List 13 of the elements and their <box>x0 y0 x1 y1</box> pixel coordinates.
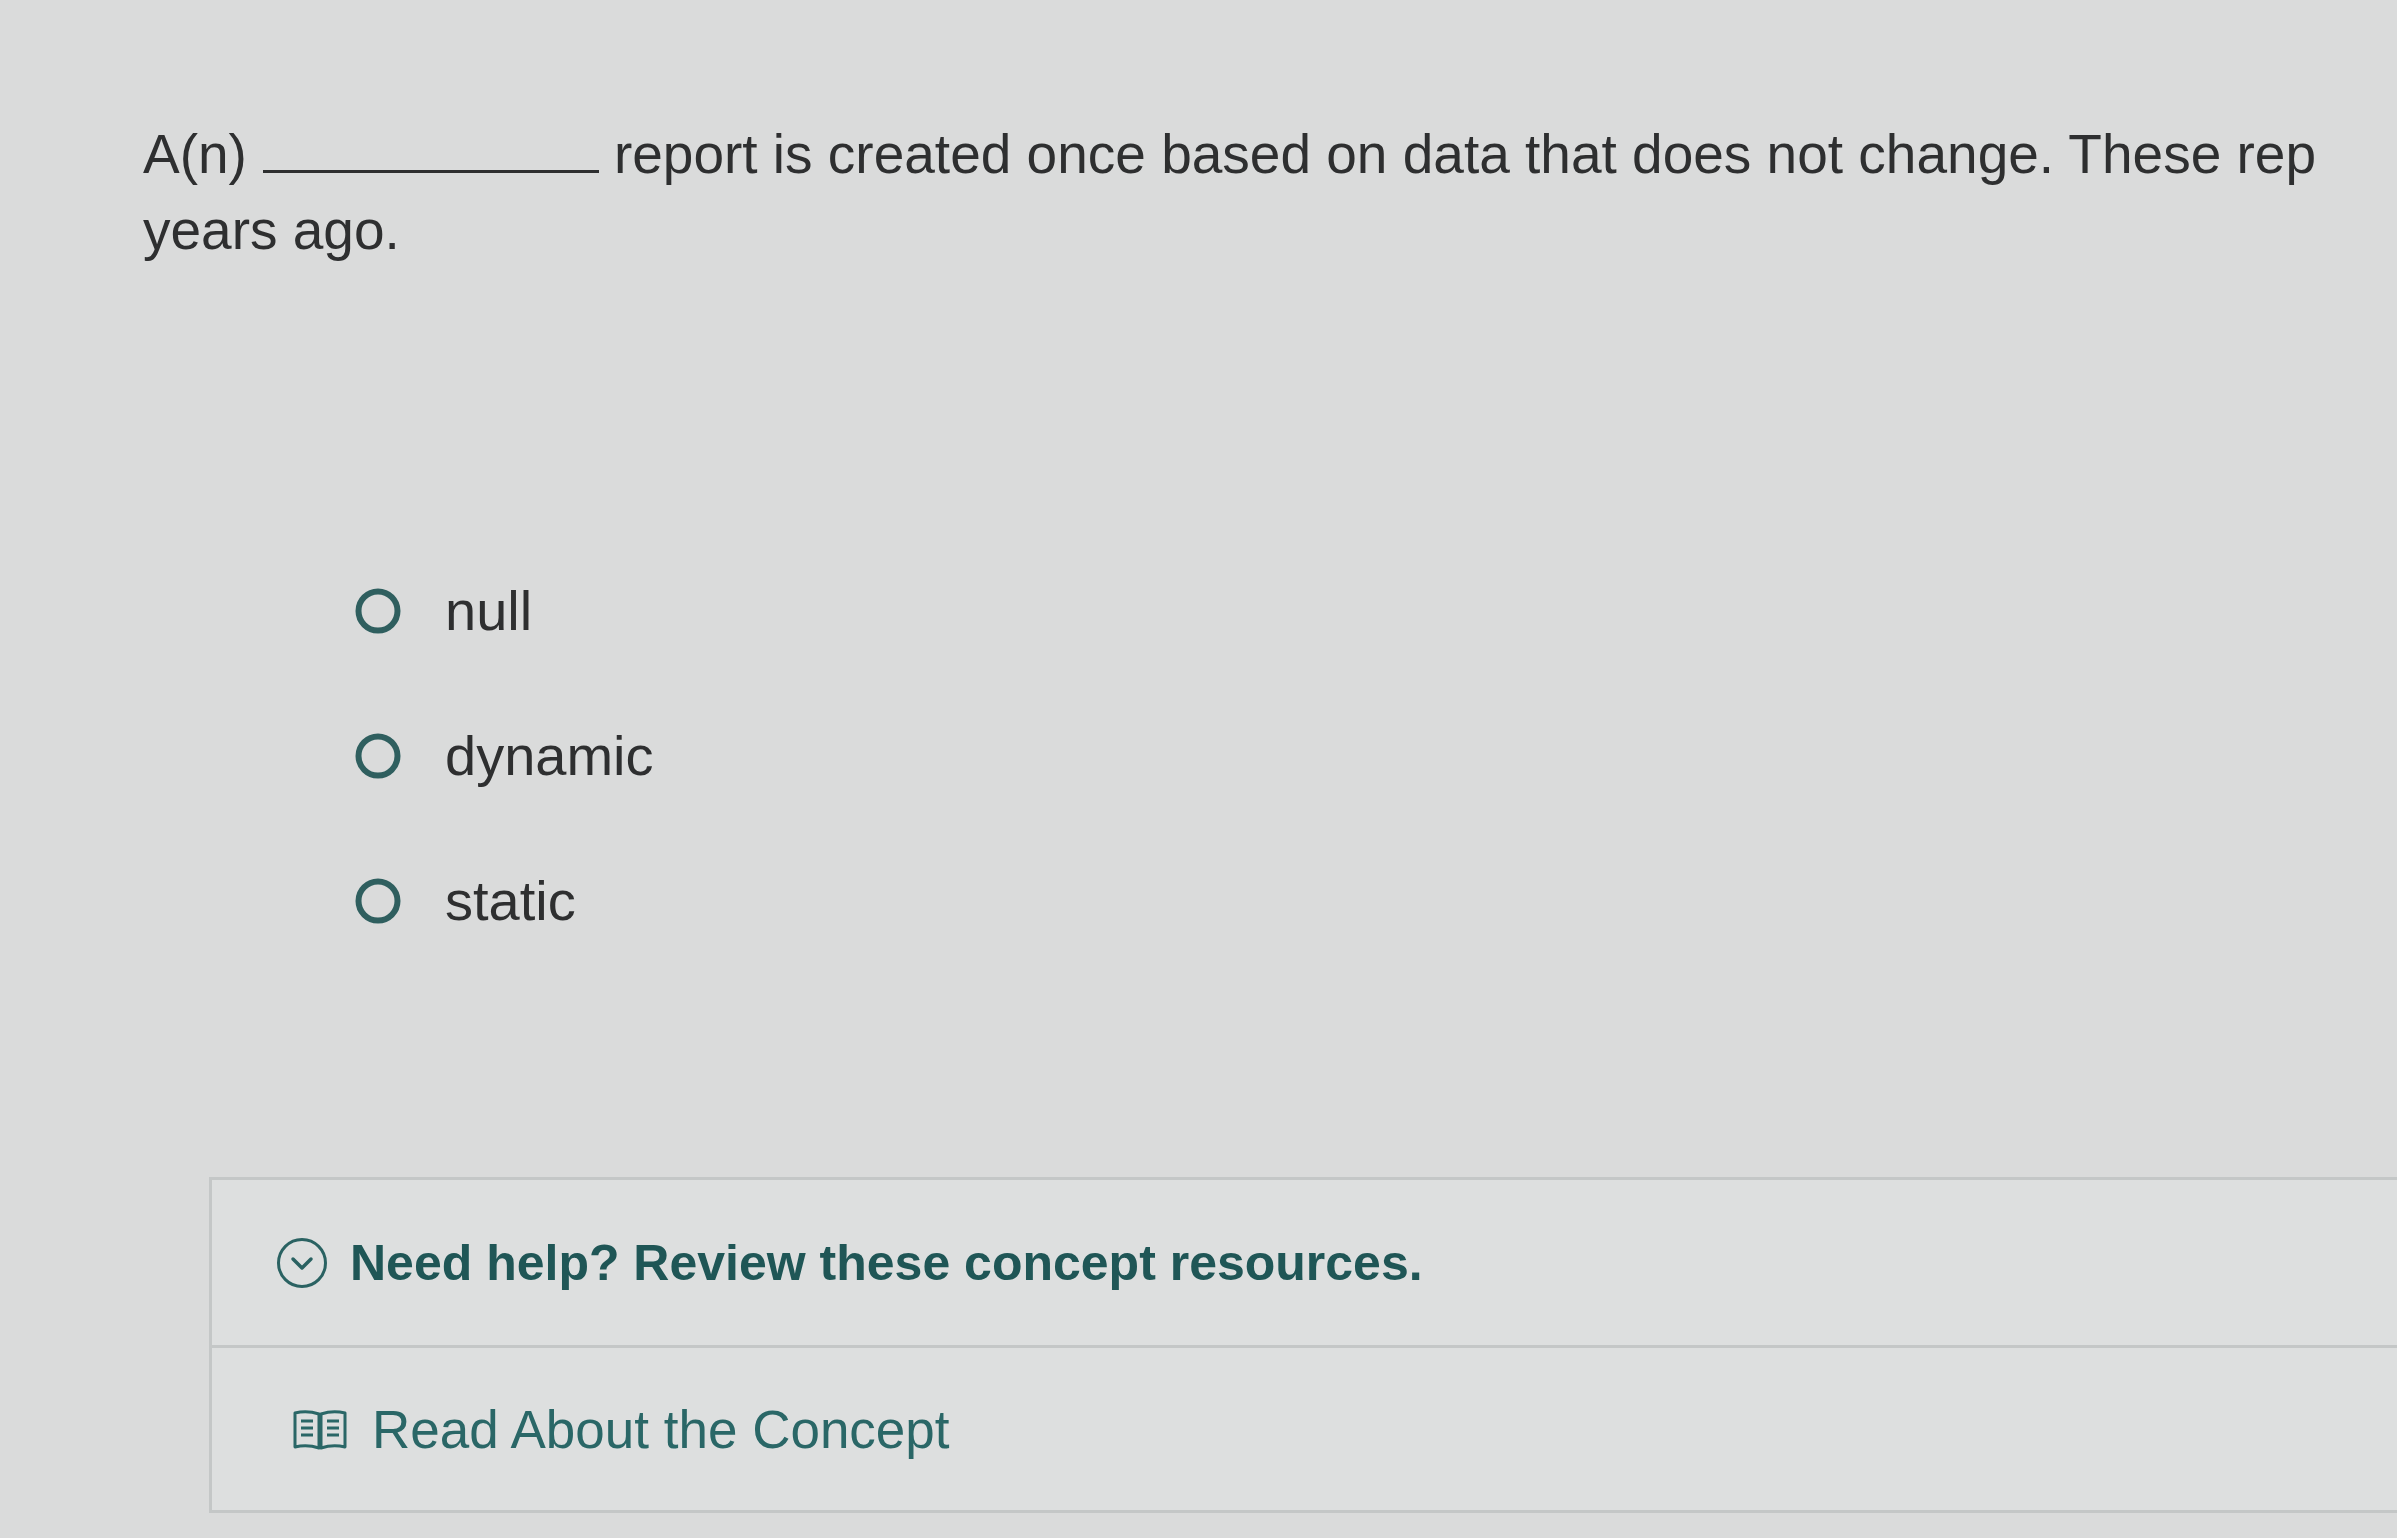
read-concept-link[interactable]: Read About the Concept <box>292 1398 950 1460</box>
question-text: years ago. <box>143 199 400 261</box>
chevron-circle-icon <box>276 1236 328 1289</box>
radio-icon[interactable] <box>355 878 401 924</box>
radio-option[interactable]: static <box>355 871 576 931</box>
radio-icon[interactable] <box>355 733 401 779</box>
radio-option[interactable]: dynamic <box>355 726 654 786</box>
help-toggle-button[interactable]: Need help? Review these concept resources. <box>276 1233 1423 1292</box>
question-text: A(n) <box>143 122 247 187</box>
book-icon <box>292 1407 348 1451</box>
question-text: report is created once based on data that does not change. These rep <box>613 122 2316 187</box>
radio-option[interactable]: null <box>355 581 533 641</box>
radio-icon[interactable] <box>355 588 401 634</box>
